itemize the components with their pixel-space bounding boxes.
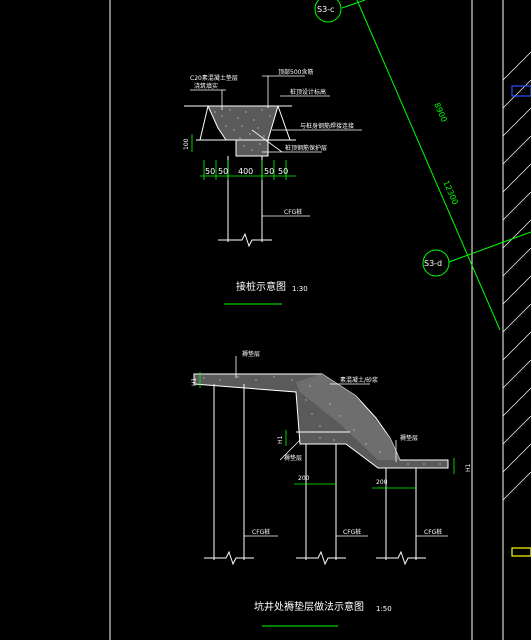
detail1-scale: 1:30 — [292, 285, 308, 293]
note-cushion-left: 褥垫层 — [242, 350, 260, 358]
dim-50c: 50 — [264, 167, 274, 176]
note-cushion: C20素混凝土垫层 — [190, 74, 238, 82]
pile-label-1: CFG桩 — [252, 528, 270, 536]
side-wall-right — [277, 105, 291, 141]
pile-label-3: CFG桩 — [424, 528, 442, 536]
dim-100: 100 — [183, 138, 190, 150]
dim-h-pit: H1 — [277, 435, 284, 444]
blue-marker — [511, 85, 531, 97]
detail2-scale: 1:50 — [376, 605, 392, 613]
axis-dim-1: 8900 — [432, 101, 449, 123]
yellow-marker — [511, 547, 531, 557]
wall-hatch — [502, 51, 531, 501]
cap-hatch-body — [207, 105, 279, 157]
note-slope: 素混凝土/砂浆 — [340, 376, 378, 384]
note-rebar: 桩顶钢筋保护层 — [285, 144, 327, 152]
pile-label: CFG桩 — [284, 208, 302, 216]
dim-50b: 50 — [218, 167, 228, 176]
note-steel: 与桩身钢筋焊接连接 — [300, 122, 354, 130]
detail-pile-connection: C20素混凝土垫层 浇筑填实 顶部500含筋 桩顶设计标高 与桩身钢筋焊接连接 … — [183, 68, 362, 305]
grid-bubble-top-label: S3-c — [317, 5, 334, 14]
axis-line-top — [341, 0, 366, 9]
pile-group-mid — [296, 444, 346, 566]
dim-h-right: H1 — [465, 463, 472, 472]
dim-200a: 200 — [298, 475, 310, 482]
note-cushion-2: 浇筑填实 — [194, 82, 218, 90]
dim-50a: 50 — [205, 167, 215, 176]
note-base-elev: 桩顶设计标高 — [290, 88, 326, 96]
note-capping: 顶部500含筋 — [278, 68, 313, 76]
axis-line-to-bubble — [448, 231, 531, 263]
detail-pit-cushion: 褥垫层 素混凝土/砂浆 褥垫层 褥垫层 H1 H1 H1 200 200 CFG… — [191, 350, 472, 627]
pile-label-2: CFG桩 — [343, 528, 361, 536]
dim-50d: 50 — [278, 167, 288, 176]
note-cushion-right: 褥垫层 — [400, 434, 418, 442]
cad-drawing-canvas: 8900 12300 S3-c S3-d C20素混凝土垫层 浇筑填实 顶部50… — [109, 0, 531, 640]
pile-break-mark — [218, 232, 272, 248]
side-wall-left — [199, 105, 209, 141]
detail2-title: 坑井处褥垫层做法示意图 — [254, 600, 364, 613]
dim-h-left: H1 — [191, 377, 198, 386]
dim-200b: 200 — [376, 479, 388, 486]
pile-group-left — [204, 384, 254, 566]
axis-dim-2: 12300 — [441, 179, 460, 206]
detail1-title: 接桩示意图 — [236, 280, 286, 293]
grid-bubble-right-label: S3-d — [424, 259, 442, 268]
axis-line-diagonal — [356, 0, 501, 331]
dim-400: 400 — [238, 167, 253, 176]
note-cushion-pit: 褥垫层 — [284, 454, 302, 462]
